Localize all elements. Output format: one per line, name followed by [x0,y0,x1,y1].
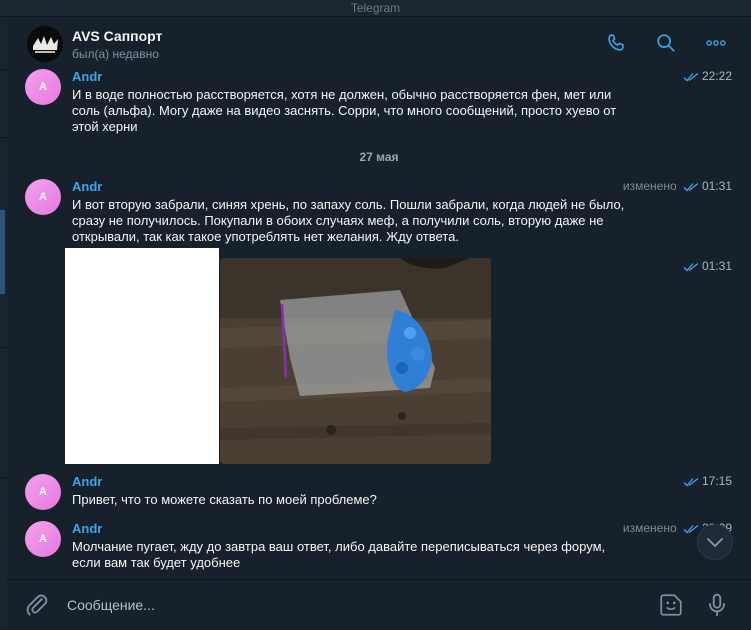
date-separator: 27 мая [359,150,399,164]
strip-divider [0,137,7,138]
chevron-down-icon [707,538,723,547]
attach-icon[interactable] [24,592,50,618]
strip-divider [0,347,7,348]
message-text: И в воде полностью расстворяется, хотя н… [72,87,617,134]
author-name[interactable]: Andr [72,179,102,194]
window-titlebar: Telegram [0,0,751,17]
microphone-icon[interactable] [704,592,730,618]
message-meta: 01:31 [683,259,732,273]
chat-status: был(а) недавно [72,47,159,61]
message-meta: 22:22 [683,69,732,83]
phone-icon[interactable] [605,32,627,54]
photo-attachment[interactable] [220,258,491,464]
author-avatar[interactable]: A [25,521,61,557]
window-title: Telegram [350,1,401,15]
search-icon[interactable] [655,32,677,54]
message-text: И вот вторую забрали, синяя хрень, по за… [72,197,625,244]
message-input[interactable] [65,593,629,617]
message-time: 01:31 [701,179,732,193]
message-time: 22:22 [701,69,732,83]
double-check-icon [683,477,699,487]
message-time: 01:31 [701,259,732,273]
message-text: Привет, что то можете сказать по моей пр… [72,492,377,507]
double-check-icon [683,182,699,192]
double-check-icon [683,72,699,82]
chat-avatar[interactable] [27,26,63,62]
more-icon[interactable] [705,32,727,54]
author-avatar[interactable]: A [25,69,61,105]
chat-list-strip[interactable] [0,17,7,629]
sticker-icon[interactable] [658,592,684,618]
author-avatar[interactable]: A [25,474,61,510]
chat-header: AVS Саппорт был(а) недавно [7,17,751,69]
chat-title[interactable]: AVS Саппорт [72,28,162,44]
author-name[interactable]: Andr [72,521,102,536]
author-avatar[interactable]: A [25,179,61,215]
strip-divider [0,69,7,70]
edited-label: изменено [622,521,677,535]
edited-label: изменено [622,179,677,193]
message-composer [7,579,751,630]
author-name[interactable]: Andr [72,69,102,84]
message-text: Молчание пугает, жду до завтра ваш ответ… [72,539,606,570]
message-meta: изменено 01:31 [623,179,732,193]
message-time: 17:15 [701,474,732,488]
double-check-icon [683,524,699,534]
photo-image [220,258,491,464]
image-attachment[interactable] [65,248,219,464]
author-name[interactable]: Andr [72,474,102,489]
active-chat-marker [0,210,5,294]
message-meta: 17:15 [683,474,732,488]
chat-avatar-image [27,26,63,62]
message-list[interactable]: A Andr И в воде полностью расстворяется,… [7,69,751,579]
strip-divider [0,477,7,478]
scroll-down-button[interactable] [697,524,733,560]
double-check-icon [683,262,699,272]
